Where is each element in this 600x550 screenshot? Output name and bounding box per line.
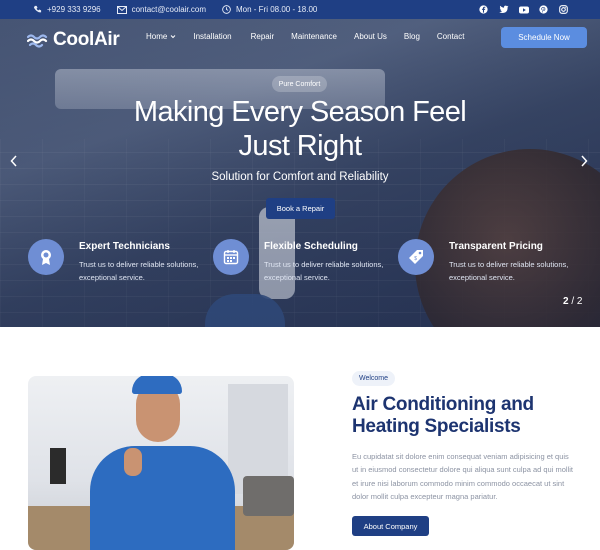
schedule-now-button[interactable]: Schedule Now [501, 27, 587, 48]
phone-contact[interactable]: +929 333 9296 [33, 5, 101, 14]
hero-tagline-pill: Pure Comfort [272, 76, 327, 92]
hero-title-line-1: Making Every Season Feel [133, 96, 467, 128]
feature-title: Transparent Pricing [449, 241, 543, 252]
thumbs-up-hand [124, 448, 142, 476]
phone-number: +929 333 9296 [47, 5, 101, 14]
feature-expert-technicians: Expert Technicians Trust us to deliver r… [28, 239, 208, 289]
nav-home[interactable]: Home [146, 32, 176, 41]
feature-title: Expert Technicians [79, 241, 170, 252]
hero-title: Making Every Season Feel Just Right [100, 95, 500, 163]
nav-repair[interactable]: Repair [251, 32, 275, 41]
room-sofa [243, 476, 294, 516]
nav-blog-label: Blog [403, 32, 420, 41]
pager-current: 2 [563, 296, 569, 307]
instagram-icon[interactable] [558, 4, 569, 15]
calendar-icon [213, 239, 249, 275]
nav-repair-label: Repair [250, 32, 275, 41]
facebook-icon[interactable] [478, 4, 489, 15]
technician-cap [132, 376, 182, 394]
clock-icon [222, 5, 231, 14]
book-repair-button[interactable]: Book a Repair [266, 198, 335, 219]
top-bar: +929 333 9296 contact@coolair.com Mon - … [0, 0, 600, 19]
feature-text: Trust us to deliver reliable solutions, … [449, 260, 569, 282]
slider-prev-arrow[interactable] [10, 154, 18, 170]
nav-maintenance[interactable]: Maintenance [291, 32, 337, 41]
nav-about-us-label: About Us [353, 32, 387, 41]
envelope-icon [116, 5, 127, 14]
nav-about-us[interactable]: About Us [354, 32, 387, 41]
nav-installation[interactable]: Installation [193, 32, 231, 41]
room-tv [50, 448, 66, 484]
twitter-icon[interactable] [498, 4, 509, 15]
social-links [478, 4, 569, 15]
chevron-right-icon [581, 155, 588, 167]
about-text: Eu cupidatat sit dolore enim consequat v… [352, 452, 573, 501]
opening-hours: Mon - Fri 08.00 - 18.00 [222, 5, 317, 14]
nav-home-label: Home [146, 32, 168, 41]
technician-body [90, 446, 235, 550]
email-address: contact@coolair.com [131, 5, 206, 14]
main-nav: Home Installation Repair Maintenance Abo… [146, 32, 464, 41]
chevron-down-icon [170, 35, 176, 39]
email-contact[interactable]: contact@coolair.com [116, 5, 206, 14]
youtube-icon[interactable] [518, 4, 529, 15]
pager-separator: / [571, 296, 575, 307]
site-logo[interactable]: CoolAir [27, 29, 120, 51]
nav-contact[interactable]: Contact [437, 32, 465, 41]
slider-next-arrow[interactable] [580, 154, 588, 170]
feature-flexible-scheduling: Flexible Scheduling Trust us to deliver … [213, 239, 393, 289]
welcome-badge: Welcome [352, 371, 395, 386]
wave-logo-icon [27, 34, 48, 48]
hero-title-line-2: Just Right [238, 130, 363, 162]
hero-subtitle: Solution for Comfort and Reliability [211, 171, 389, 183]
medal-icon [28, 239, 64, 275]
nav-contact-label: Contact [436, 32, 465, 41]
feature-text: Trust us to deliver reliable solutions, … [264, 260, 384, 282]
pager-total: 2 [576, 296, 583, 307]
logo-text: CoolAir [53, 29, 120, 50]
technician-photo [28, 376, 294, 550]
feature-text: Trust us to deliver reliable solutions, … [79, 260, 199, 282]
feature-transparent-pricing: $ Transparent Pricing Trust us to delive… [398, 239, 578, 289]
slide-pager: 2 / 2 [563, 296, 582, 307]
phone-icon [33, 5, 42, 13]
nav-blog[interactable]: Blog [404, 32, 420, 41]
feature-title: Flexible Scheduling [264, 241, 358, 252]
hours-text: Mon - Fri 08.00 - 18.00 [235, 5, 318, 14]
pinterest-icon[interactable] [538, 4, 549, 15]
nav-installation-label: Installation [193, 32, 232, 41]
nav-maintenance-label: Maintenance [291, 32, 337, 41]
about-title: Air Conditioning and Heating Specialists [352, 394, 534, 437]
chevron-left-icon [10, 155, 17, 167]
svg-text:$: $ [414, 256, 417, 262]
about-company-button[interactable]: About Company [352, 516, 429, 536]
price-tag-icon: $ [398, 239, 434, 275]
